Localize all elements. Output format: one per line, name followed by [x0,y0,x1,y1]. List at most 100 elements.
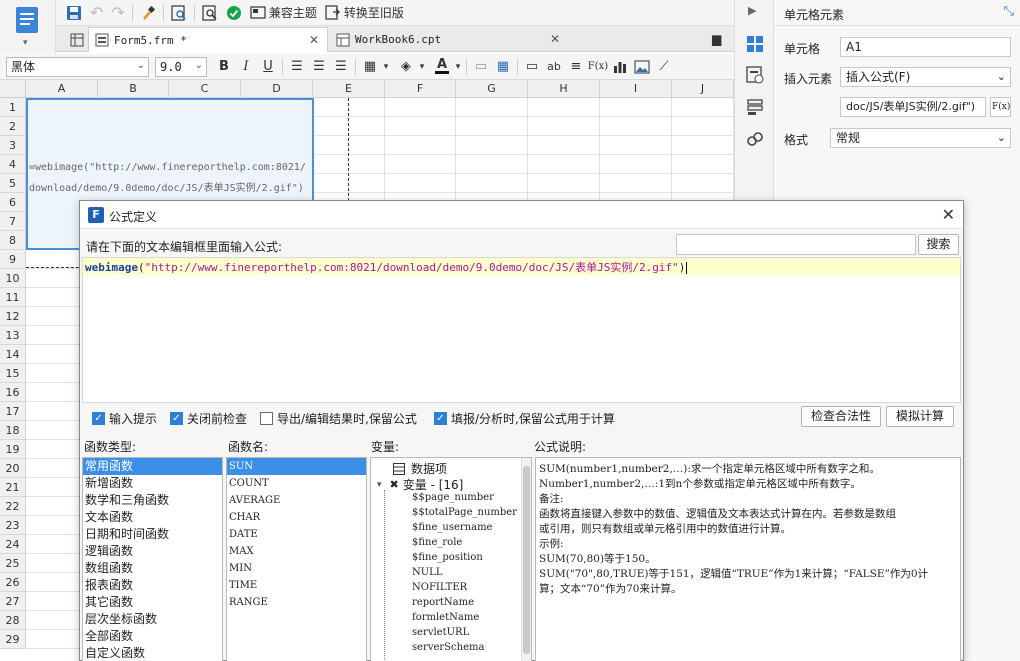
row-header-15[interactable]: 15 [0,364,26,383]
search-button[interactable]: 搜索 [918,234,959,255]
align-center-icon[interactable]: ☰ [308,56,330,78]
close-tab-icon[interactable]: ✕ [309,33,319,47]
variable-item[interactable]: $$page_number [412,492,494,503]
func-type-item[interactable]: 其它函数 [83,594,222,611]
row-header-28[interactable]: 28 [0,611,26,630]
func-name-item[interactable]: CHAR [227,509,366,526]
row-header-7[interactable]: 7 [0,212,26,231]
option-check-before-close[interactable]: ✓ 关闭前检查 [170,410,247,427]
func-type-item[interactable]: 日期和时间函数 [83,526,222,543]
variable-item[interactable]: NULL [412,567,442,578]
undo-icon[interactable]: ↶ [86,2,107,24]
collapse-arrow-icon[interactable]: ▶ [748,4,756,17]
row-header-5[interactable]: 5 [0,174,26,193]
formula-preview-field[interactable]: doc/JS/表单JS实例/2.gif") [840,97,986,117]
cell-attribute-tab-icon[interactable] [746,66,764,87]
func-name-item[interactable]: TIME [227,577,366,594]
func-type-item[interactable]: 新增函数 [83,475,222,492]
option-input-hint[interactable]: ✓ 输入提示 [92,410,157,427]
row-header-12[interactable]: 12 [0,307,26,326]
row-header-14[interactable]: 14 [0,345,26,364]
row-header-23[interactable]: 23 [0,516,26,535]
tree-scrollbar[interactable] [521,458,531,661]
scrollbar-thumb[interactable] [523,466,530,654]
check-circle-icon[interactable] [222,2,246,24]
chart-icon[interactable] [609,56,631,78]
column-header-j[interactable]: J [672,80,734,98]
func-type-item[interactable]: 逻辑函数 [83,543,222,560]
variable-item[interactable]: formletName [412,612,479,623]
func-type-item[interactable]: 报表函数 [83,577,222,594]
fill-color-icon[interactable]: ◈ [395,56,417,78]
variable-item[interactable]: $$totalPage_number [412,507,517,518]
func-type-item[interactable]: 数学和三角函数 [83,492,222,509]
insert-cell-icon[interactable]: ▭ [521,56,543,78]
underline-button[interactable]: U [257,56,279,78]
font-color-icon[interactable]: A [431,56,453,78]
variable-item[interactable]: NOFILTER [412,582,467,593]
search-input[interactable] [676,234,916,255]
func-name-item[interactable]: SUN [227,458,366,475]
func-type-item[interactable]: 常用函数 [83,458,222,475]
row-header-11[interactable]: 11 [0,288,26,307]
row-header-17[interactable]: 17 [0,402,26,421]
variable-item[interactable]: serverSchema [412,642,484,653]
grid-view-icon[interactable] [64,27,86,52]
chevron-down-icon[interactable]: ▾ [381,56,391,78]
func-type-item[interactable]: 自定义函数 [83,645,222,661]
close-tab-icon[interactable]: ✕ [550,32,560,46]
func-type-item[interactable]: 数组函数 [83,560,222,577]
column-header-h[interactable]: H [528,80,600,98]
convert-old-button[interactable]: 转换至旧版 [321,2,408,24]
func-type-item[interactable]: 全部函数 [83,628,222,645]
data-item-node[interactable]: 数据项 [393,460,447,477]
save-icon[interactable] [62,2,86,24]
bold-button[interactable]: B [213,56,235,78]
row-header-13[interactable]: 13 [0,326,26,345]
tab-workbook6[interactable]: WorkBook6.cpt ✕ [330,27,568,52]
column-header-e[interactable]: E [313,80,385,98]
row-header-2[interactable]: 2 [0,117,26,136]
row-header-8[interactable]: 8 [0,231,26,250]
func-type-item[interactable]: 层次坐标函数 [83,611,222,628]
formula-editor[interactable]: webimage("http://www.finereporthelp.com:… [82,257,961,403]
variable-item[interactable]: $fine_position [412,552,483,563]
chevron-down-icon[interactable]: ▾ [23,38,28,48]
func-name-item[interactable]: MAX [227,543,366,560]
func-name-item[interactable]: DATE [227,526,366,543]
row-header-21[interactable]: 21 [0,478,26,497]
column-header-f[interactable]: F [385,80,456,98]
align-right-icon[interactable]: ☰ [330,56,352,78]
compat-theme-button[interactable]: 兼容主题 [246,2,321,24]
merge-cells-icon[interactable]: ▭ [470,56,492,78]
rich-text-icon[interactable]: ≡ [565,56,587,78]
font-size-select[interactable]: 9.0 ⌄ [155,56,207,77]
row-header-20[interactable]: 20 [0,459,26,478]
format-select[interactable]: 常规 ⌄ [830,128,1011,148]
row-header-29[interactable]: 29 [0,630,26,649]
column-header-c[interactable]: C [169,80,241,98]
row-header-24[interactable]: 24 [0,535,26,554]
variable-item[interactable]: servletURL [412,627,469,638]
func-name-item[interactable]: COUNT [227,475,366,492]
row-header-26[interactable]: 26 [0,573,26,592]
redo-icon[interactable]: ↷ [107,2,128,24]
column-header-b[interactable]: B [98,80,169,98]
hyperlink-tab-icon[interactable] [746,130,764,151]
row-header-16[interactable]: 16 [0,383,26,402]
italic-button[interactable]: I [235,56,257,78]
slash-icon[interactable]: ⟋ [653,56,675,78]
column-header-g[interactable]: G [456,80,528,98]
table-icon[interactable]: ▦ [492,56,514,78]
option-keep-formula-fill[interactable]: ✓ 填报/分析时,保留公式用于计算 [434,410,615,427]
row-header-3[interactable]: 3 [0,136,26,155]
row-header-6[interactable]: 6 [0,193,26,212]
align-left-icon[interactable]: ☰ [286,56,308,78]
option-keep-formula-export[interactable]: 导出/编辑结果时,保留公式 [260,410,417,427]
check-validity-button[interactable]: 检查合法性 [801,406,881,427]
cell-name-input[interactable]: A1 [840,37,1011,57]
tab-list-icon[interactable]: ▆ [712,32,721,46]
chevron-down-icon[interactable]: ▾ [417,56,427,78]
row-header-25[interactable]: 25 [0,554,26,573]
text-icon[interactable]: ab [543,56,565,78]
